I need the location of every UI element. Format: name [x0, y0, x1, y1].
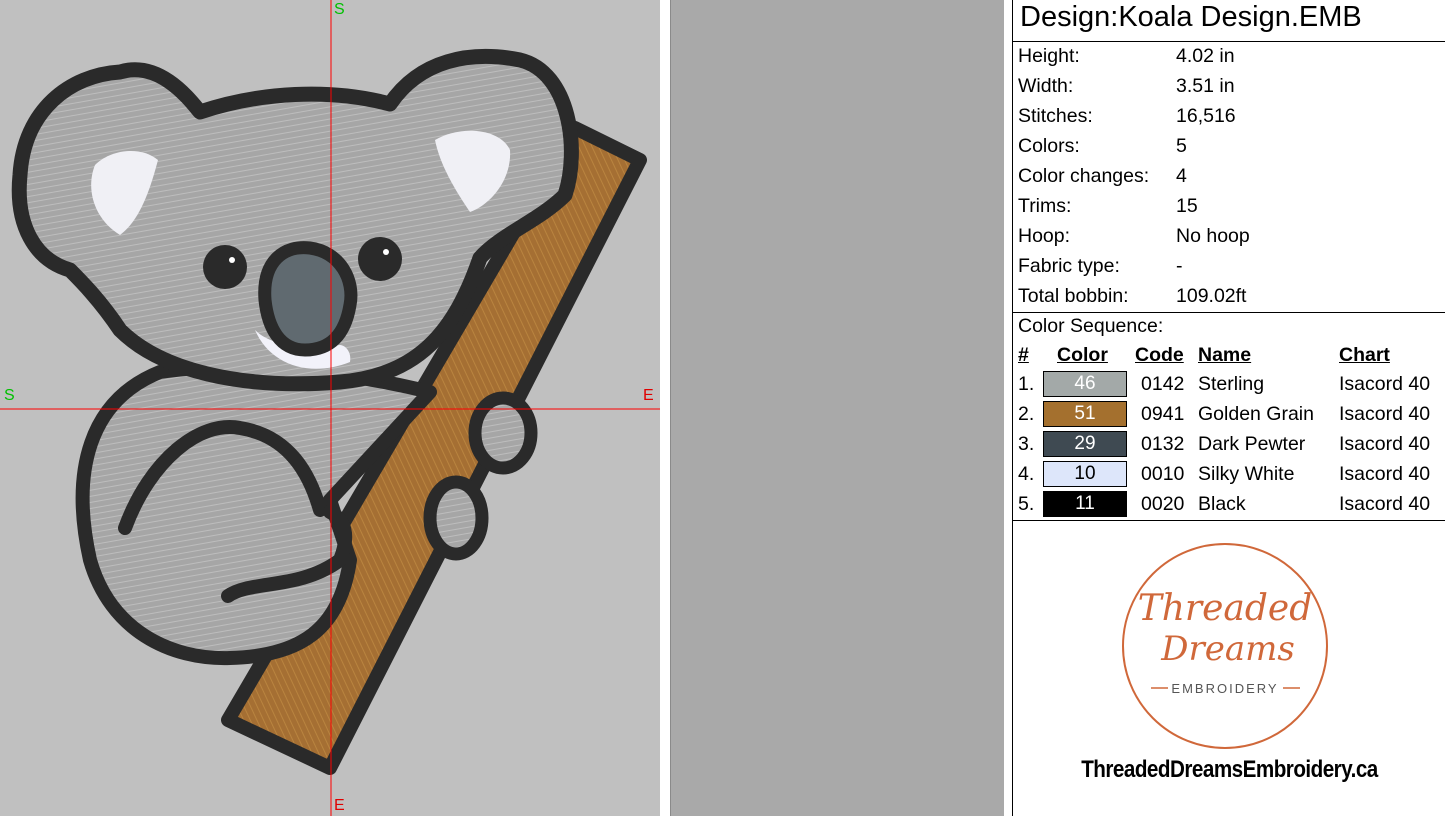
property-label: Colors: [1018, 135, 1080, 157]
threaded-dreams-logo: Threaded Dreams EMBROIDERY [1122, 543, 1328, 749]
axis-top-label: S [334, 1, 345, 18]
property-value: 109.02ft [1176, 285, 1247, 307]
property-label: Width: [1018, 75, 1074, 97]
koala-right-eye [358, 237, 402, 281]
color-code: 0020 [1141, 493, 1185, 515]
color-number: 1. [1018, 373, 1035, 395]
koala-embroidery-artwork [0, 0, 660, 816]
color-code: 0941 [1141, 403, 1185, 425]
property-value: 15 [1176, 195, 1198, 217]
color-chart: Isacord 40 [1339, 403, 1431, 425]
property-value: No hoop [1176, 225, 1250, 247]
color-row: 5. 0020 Black Isacord 40 11 [1013, 490, 1445, 520]
color-number: 2. [1018, 403, 1035, 425]
color-name: Silky White [1198, 463, 1295, 485]
color-chart: Isacord 40 [1339, 463, 1431, 485]
property-label: Stitches: [1018, 105, 1093, 127]
property-value: 16,516 [1176, 105, 1236, 127]
website-url[interactable]: ThreadedDreamsEmbroidery.ca [1043, 756, 1415, 784]
color-chart: Isacord 40 [1339, 433, 1431, 455]
color-row: 1. 0142 Sterling Isacord 40 46 [1013, 370, 1445, 400]
color-name: Golden Grain [1198, 403, 1314, 425]
color-number: 3. [1018, 433, 1035, 455]
property-label: Trims: [1018, 195, 1072, 217]
design-canvas[interactable]: S S E E [0, 0, 660, 816]
axis-right-label: E [643, 387, 654, 404]
color-name: Dark Pewter [1198, 433, 1306, 455]
panel-gap [1004, 0, 1012, 816]
axis-left-label: S [4, 387, 15, 404]
koala-nose [258, 241, 358, 357]
empty-preview-panel [670, 0, 1005, 816]
color-number: 5. [1018, 493, 1035, 515]
color-sequence-title: Color Sequence: [1018, 315, 1164, 337]
header-code: Code [1135, 344, 1184, 366]
divider [1013, 520, 1445, 521]
property-value: 3.51 in [1176, 75, 1235, 97]
property-label: Hoop: [1018, 225, 1071, 247]
color-row: 4. 0010 Silky White Isacord 40 10 [1013, 460, 1445, 490]
koala-left-eye [203, 245, 247, 289]
color-swatch: 51 [1043, 401, 1127, 427]
logo-line3: EMBROIDERY [1171, 681, 1278, 696]
header-color: Color [1057, 344, 1108, 366]
panel-gap [660, 0, 670, 816]
property-value: 4 [1176, 165, 1187, 187]
property-label: Total bobbin: [1018, 285, 1129, 307]
property-label: Height: [1018, 45, 1080, 67]
color-chart: Isacord 40 [1339, 373, 1431, 395]
color-row: 2. 0941 Golden Grain Isacord 40 51 [1013, 400, 1445, 430]
header-name: Name [1198, 344, 1252, 366]
color-code: 0010 [1141, 463, 1185, 485]
color-swatch: 46 [1043, 371, 1127, 397]
color-swatch: 10 [1043, 461, 1127, 487]
color-number: 4. [1018, 463, 1035, 485]
axis-bottom-label: E [334, 797, 345, 814]
color-swatch: 11 [1043, 491, 1127, 517]
property-label: Color changes: [1018, 165, 1150, 187]
color-chart: Isacord 40 [1339, 493, 1431, 515]
color-name: Sterling [1198, 373, 1265, 395]
header-chart: Chart [1339, 344, 1390, 366]
header-num: # [1018, 344, 1029, 366]
divider [1013, 41, 1445, 42]
design-title: Design:Koala Design.EMB [1020, 1, 1362, 33]
color-row: 3. 0132 Dark Pewter Isacord 40 29 [1013, 430, 1445, 460]
property-value: 5 [1176, 135, 1187, 157]
color-name: Black [1198, 493, 1246, 515]
logo-line2: Dreams [1160, 629, 1295, 669]
divider [1013, 312, 1445, 313]
color-swatch: 29 [1043, 431, 1127, 457]
color-code: 0142 [1141, 373, 1185, 395]
property-label: Fabric type: [1018, 255, 1120, 277]
logo-line1: Threaded [1138, 588, 1313, 629]
property-value: 4.02 in [1176, 45, 1235, 67]
design-info-panel: Design:Koala Design.EMB Height: 4.02 in Wi… [1012, 0, 1445, 816]
color-code: 0132 [1141, 433, 1185, 455]
koala-lower-paw [423, 475, 489, 561]
property-value: - [1176, 255, 1183, 277]
